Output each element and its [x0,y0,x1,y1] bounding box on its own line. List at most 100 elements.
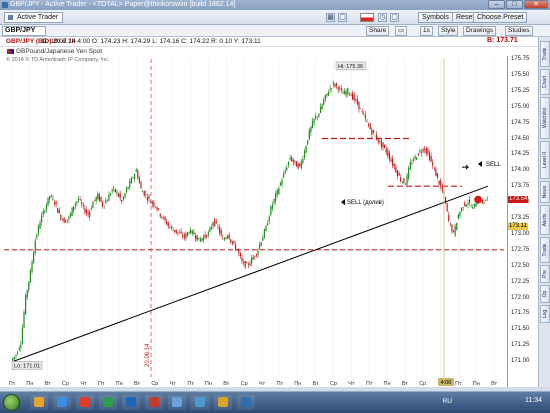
candle-body [396,170,399,176]
candle-body [337,87,339,91]
window-icon[interactable]: ▢ [338,13,347,22]
candle-body [57,208,59,213]
candle-body [430,156,432,162]
chart-toolbar: GBP/JPY Share ▭ 1s Style Drawings Studie… [0,25,550,37]
candle-body [79,199,81,200]
candle-body [154,206,157,208]
candle-body [225,237,227,239]
sidebar-tab[interactable]: Trade [540,237,550,263]
x-tick-label: Пн [26,381,33,387]
candle-body [267,223,269,226]
sidebar-tab[interactable]: Level II [540,141,550,179]
y-tick-label: 175.75 [511,56,530,62]
candle-body [302,158,304,163]
candle-body [222,238,224,239]
taskbar-app-icon[interactable] [30,395,48,410]
taskbar-app-icon[interactable] [122,395,140,410]
x-tick-label: Чт [259,381,266,387]
candle-body [134,174,136,179]
y-tick-label: 173.25 [511,215,530,221]
taskbar-app-icon[interactable] [145,395,163,410]
taskbar-app-icon[interactable] [214,395,232,410]
sidebar-tab[interactable]: Chart [540,69,550,95]
symbol-input[interactable]: GBP/JPY [2,26,46,36]
taskbar-app-icon[interactable] [99,395,117,410]
candle-body [419,150,421,152]
candle-body [380,140,383,147]
symbols-button[interactable]: Symbols [418,12,453,23]
choose-preset-button[interactable]: Choose Preset [473,12,528,23]
taskbar-app-icon[interactable] [237,395,255,410]
start-button[interactable] [3,394,20,411]
sidebar-tab[interactable]: News [540,181,550,203]
candle-body [262,237,264,241]
close-button[interactable]: ✕ [524,0,548,9]
candle-body [271,204,274,209]
candle-body [275,193,277,202]
grid-icon[interactable]: ▦ [326,13,335,22]
candle-body [194,235,197,239]
y-tick-label: 174.50 [511,135,530,142]
studies-button[interactable]: Studies [505,26,533,36]
app-window: GBP/JPY - Active Trader - <TOTAL> Paper@… [0,0,550,413]
candle-body [456,222,458,231]
layout-icon[interactable]: ▭ [395,26,408,36]
candle-body [81,202,83,205]
candle-body [408,168,410,179]
candle-body [284,170,286,173]
style-button[interactable]: Style [438,26,459,36]
sidebar-tab[interactable]: Pre [540,265,550,283]
candle-body [23,312,25,328]
candle-body [321,104,323,110]
candle-body [201,238,203,241]
y-tick-label: 172.75 [511,246,530,253]
sidebar-tab[interactable]: Alerts [540,205,550,235]
sync-icon[interactable]: ◷ [378,13,387,22]
maximize-button[interactable]: □ [506,0,523,9]
sidebar-tab-label: Trade [542,47,548,61]
x-tick-label: Пт [98,381,105,387]
candle-body [329,88,331,90]
candle-body [343,90,346,95]
minimize-button[interactable]: – [488,0,505,9]
candle-body [294,160,296,162]
candle-body [310,126,312,133]
candle-body [239,252,241,257]
candle-body [390,159,392,162]
candle-body [355,99,357,100]
taskbar-app-icon[interactable] [168,395,186,410]
x-tick-label: Ср [62,381,69,387]
link-icon[interactable]: ▢ [390,13,399,22]
taskbar-app-icon[interactable] [76,395,94,410]
sidebar-tab[interactable]: Watchlist [540,97,550,139]
candle-body [166,221,168,225]
price-plot[interactable]: Пт Пн Вт Ср Чт Пт Пн Вт Ср Чт Пт Пн Вт Ср Чт Пт Пн Вт Ср Чт… [0,37,508,387]
candle-body [231,241,233,244]
candle-body [93,199,96,201]
flag-icon[interactable] [360,13,374,22]
language-indicator[interactable]: RU [443,398,452,405]
sidebar-tab[interactable]: Log [540,305,550,323]
candle-body [424,148,426,150]
period-button[interactable]: 1s [420,26,433,36]
candle-body [28,281,30,290]
drawings-button[interactable]: Drawings [463,26,497,36]
y-tick-label: 172.25 [511,278,530,285]
taskbar-app-icon[interactable] [191,395,209,410]
taskbar-app-icon[interactable] [53,395,71,410]
x-tick-label: Пт [366,381,373,387]
clock[interactable]: 11:34 [525,397,542,404]
candle-body [223,238,225,241]
tab-active-trader[interactable]: Active Trader [4,12,64,23]
sidebar-tab[interactable]: Trade [540,41,550,67]
sidebar-tab[interactable]: Op [540,285,550,303]
candle-body [169,227,171,229]
title-bar: GBP/JPY - Active Trader - <TOTAL> Paper@… [0,0,550,10]
candle-body [122,197,124,200]
candle-body [387,150,389,156]
candle-body [291,156,293,161]
share-button[interactable]: Share [366,26,390,36]
candle-body [109,193,112,196]
main-toolbar: Active Trader ▦ ▢ ◷ ▢ Symbols Reset Choo… [0,10,550,25]
candle-body [101,202,104,207]
